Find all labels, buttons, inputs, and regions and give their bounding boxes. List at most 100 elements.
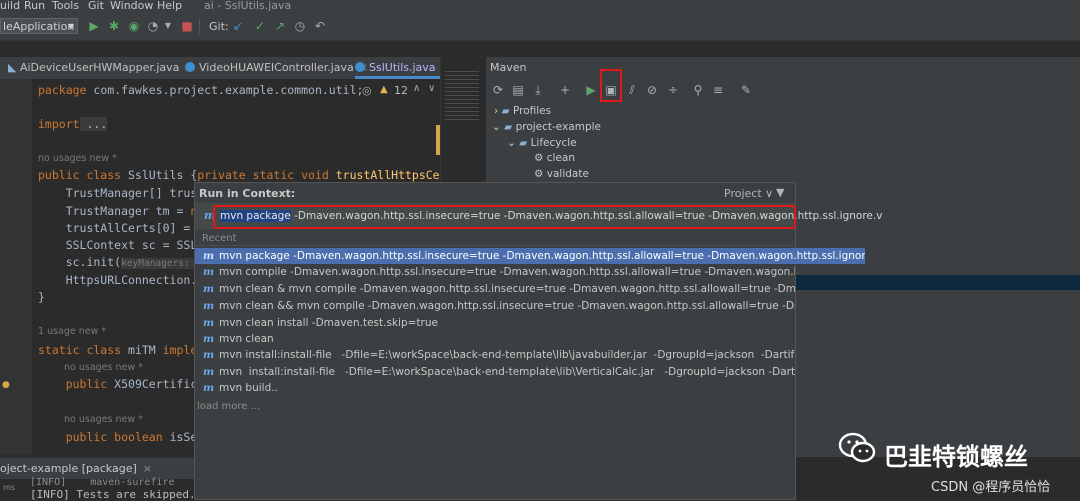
recent-command-item[interactable]: m mvn install:install-file -Dfile=E:\work… (195, 364, 795, 380)
tab-label: SslUtils.java (369, 61, 436, 74)
editor-tabs: ◣ AiDeviceUserHWMapper.java× VideoHUAWEI… (0, 57, 485, 80)
recent-command-item[interactable]: m mvn package -Dmaven.wagon.http.ssl.inse… (195, 248, 865, 264)
chevron-down-icon: ⌄ (492, 121, 501, 133)
usage-hint: 1 usage new * (38, 326, 107, 337)
chevron-down-icon: ▼ (67, 22, 74, 31)
console-line: [INFO] maven-surefire (30, 477, 175, 488)
maven-logo-icon: m (203, 333, 215, 345)
menu-help[interactable]: Help (157, 0, 182, 11)
git-commit-icon[interactable]: ✓ (252, 18, 268, 34)
code-line: sc.init(keyManagers: n (38, 255, 202, 269)
console-line: [INFO] Tests are skipped. (30, 488, 196, 501)
maven-logo-icon: m (203, 366, 215, 378)
recent-command-item[interactable]: m mvn compile -Dmaven.wagon.http.ssl.inse… (195, 264, 795, 280)
stop-icon[interactable]: ■ (179, 18, 195, 34)
maven-project-icon: ▰ (504, 121, 513, 133)
code-line: public X509Certificat (65, 377, 212, 391)
menu-tools[interactable]: Tools (52, 0, 79, 11)
highlight-box (213, 205, 796, 229)
debug-icon[interactable]: ✱ (106, 18, 122, 34)
git-history-icon[interactable]: ◷ (292, 18, 308, 34)
usage-hint: no usages new * (64, 362, 143, 373)
more-run-icon[interactable]: ▼ (160, 18, 176, 34)
tab-video-controller[interactable]: VideoHUAWEIController.java× (185, 57, 368, 79)
code-line: trustAllCerts[0] = tm (38, 221, 212, 235)
minimap-preview (445, 71, 479, 123)
maven-tree-item[interactable]: ⌄ ▰ project-example (492, 121, 601, 133)
git-push-icon[interactable]: ↗ (272, 18, 288, 34)
menu-build[interactable]: uild (0, 0, 20, 11)
usage-hint: no usages new * (38, 153, 117, 164)
divider (195, 245, 795, 246)
code-line-package: package com.fawkes.project.example.commo… (38, 83, 364, 97)
tab-aidevice-mapper[interactable]: ◣ AiDeviceUserHWMapper.java× (8, 57, 194, 79)
filter-icon[interactable]: ▼ (776, 186, 784, 199)
highlight-box (600, 69, 622, 102)
folder-icon: ▰ (501, 105, 510, 117)
gear-icon: ⚙ (534, 152, 544, 164)
recent-command-item[interactable]: m mvn clean && mvn compile -Dmaven.wagon.… (195, 298, 795, 314)
menu-run[interactable]: Run (24, 0, 45, 11)
run-icon[interactable]: ▶ (86, 18, 102, 34)
next-highlight-icon[interactable]: ∨ (428, 83, 435, 94)
expand-icon[interactable]: ≡ (710, 82, 726, 98)
maven-logo-icon: m (203, 382, 215, 394)
maven-logo-icon: m (203, 349, 215, 361)
folder-icon: ▰ (519, 137, 528, 149)
reload-icon[interactable]: ⟳ (490, 82, 506, 98)
close-icon[interactable]: × (143, 462, 152, 475)
download-icon[interactable]: ⤓ (530, 82, 546, 98)
class-icon (185, 62, 195, 72)
menu-bar: uild Run Tools Git Window Help ai - SslU… (0, 0, 1080, 13)
code-line-class: public class SslUtils {private static vo… (38, 168, 482, 182)
git-rollback-icon[interactable]: ↶ (312, 18, 328, 34)
folder-icon[interactable]: ▤ (510, 82, 526, 98)
maven-tree-item[interactable]: ⚙ clean (534, 152, 575, 164)
scroll-marker (436, 125, 440, 155)
maven-title: Maven (490, 61, 527, 74)
implements-marker-icon[interactable]: ● (2, 380, 10, 390)
chevron-down-icon: ⌄ (507, 137, 516, 149)
elapsed-label: ms (3, 483, 15, 492)
menu-git[interactable]: Git (88, 0, 104, 11)
git-update-icon[interactable]: ↙ (230, 18, 246, 34)
eye-off-icon[interactable]: ◎ (362, 84, 372, 97)
skip-tests-icon[interactable]: ⊘ (644, 82, 660, 98)
chevron-right-icon: › (494, 105, 499, 117)
maven-tree-item[interactable]: › ▰ Profiles (494, 105, 551, 117)
usage-hint: no usages new * (64, 414, 143, 425)
run-tab[interactable]: oject-example [package] × (0, 462, 152, 475)
tab-label: VideoHUAWEIController.java (199, 61, 354, 74)
menu-window[interactable]: Window (110, 0, 153, 11)
warning-icon[interactable]: ▲ (380, 84, 388, 95)
recent-command-item[interactable]: m mvn clean & mvn compile -Dmaven.wagon.h… (195, 281, 795, 297)
recent-command-item[interactable]: m mvn install:install-file -Dfile=E:\work… (195, 347, 795, 363)
show-dependencies-icon[interactable]: ⚲ (690, 82, 706, 98)
maven-logo-icon: m (203, 283, 215, 295)
coverage-icon[interactable]: ◉ (126, 18, 142, 34)
recent-command-item[interactable]: m mvn build.. (195, 380, 795, 396)
main-toolbar: leApplication ▼ ▶ ✱ ◉ ◔ ▼ ■ Git: ↙ ✓ ↗ ◷ … (0, 13, 1080, 41)
run-config-select[interactable]: leApplication ▼ (0, 18, 78, 34)
code-line: TrustManager[] trustA (38, 186, 212, 200)
class-icon (355, 62, 365, 72)
settings-wrench-icon[interactable]: ✎ (738, 82, 754, 98)
profile-icon[interactable]: ◔ (145, 18, 161, 34)
prev-highlight-icon[interactable]: ∧ (413, 83, 420, 94)
maven-tree-item[interactable]: ⚙ validate (534, 168, 589, 180)
add-icon[interactable]: + (557, 82, 573, 98)
maven-logo-icon: m (203, 317, 215, 329)
load-more-link[interactable]: load more ... (197, 401, 260, 412)
gear-icon: ⚙ (534, 168, 544, 180)
recent-command-item[interactable]: m mvn clean (195, 331, 795, 347)
collapse-icon[interactable]: ÷ (665, 82, 681, 98)
tab-sslutils[interactable]: SslUtils.java× (355, 57, 450, 79)
code-line: SSLContext sc = SSLCo (38, 238, 212, 252)
run-maven-icon[interactable]: ▶ (583, 82, 599, 98)
maven-tree-item[interactable]: ⌄ ▰ Lifecycle (507, 137, 577, 149)
maven-selected-row[interactable] (793, 275, 1080, 290)
scope-select[interactable]: Project ∨ (724, 187, 773, 200)
recent-command-item[interactable]: m mvn clean install -Dmaven.test.skip=tru… (195, 315, 795, 331)
toggle-offline-icon[interactable]: ⫽ (624, 82, 640, 98)
warnings-count: 12 (394, 84, 408, 97)
